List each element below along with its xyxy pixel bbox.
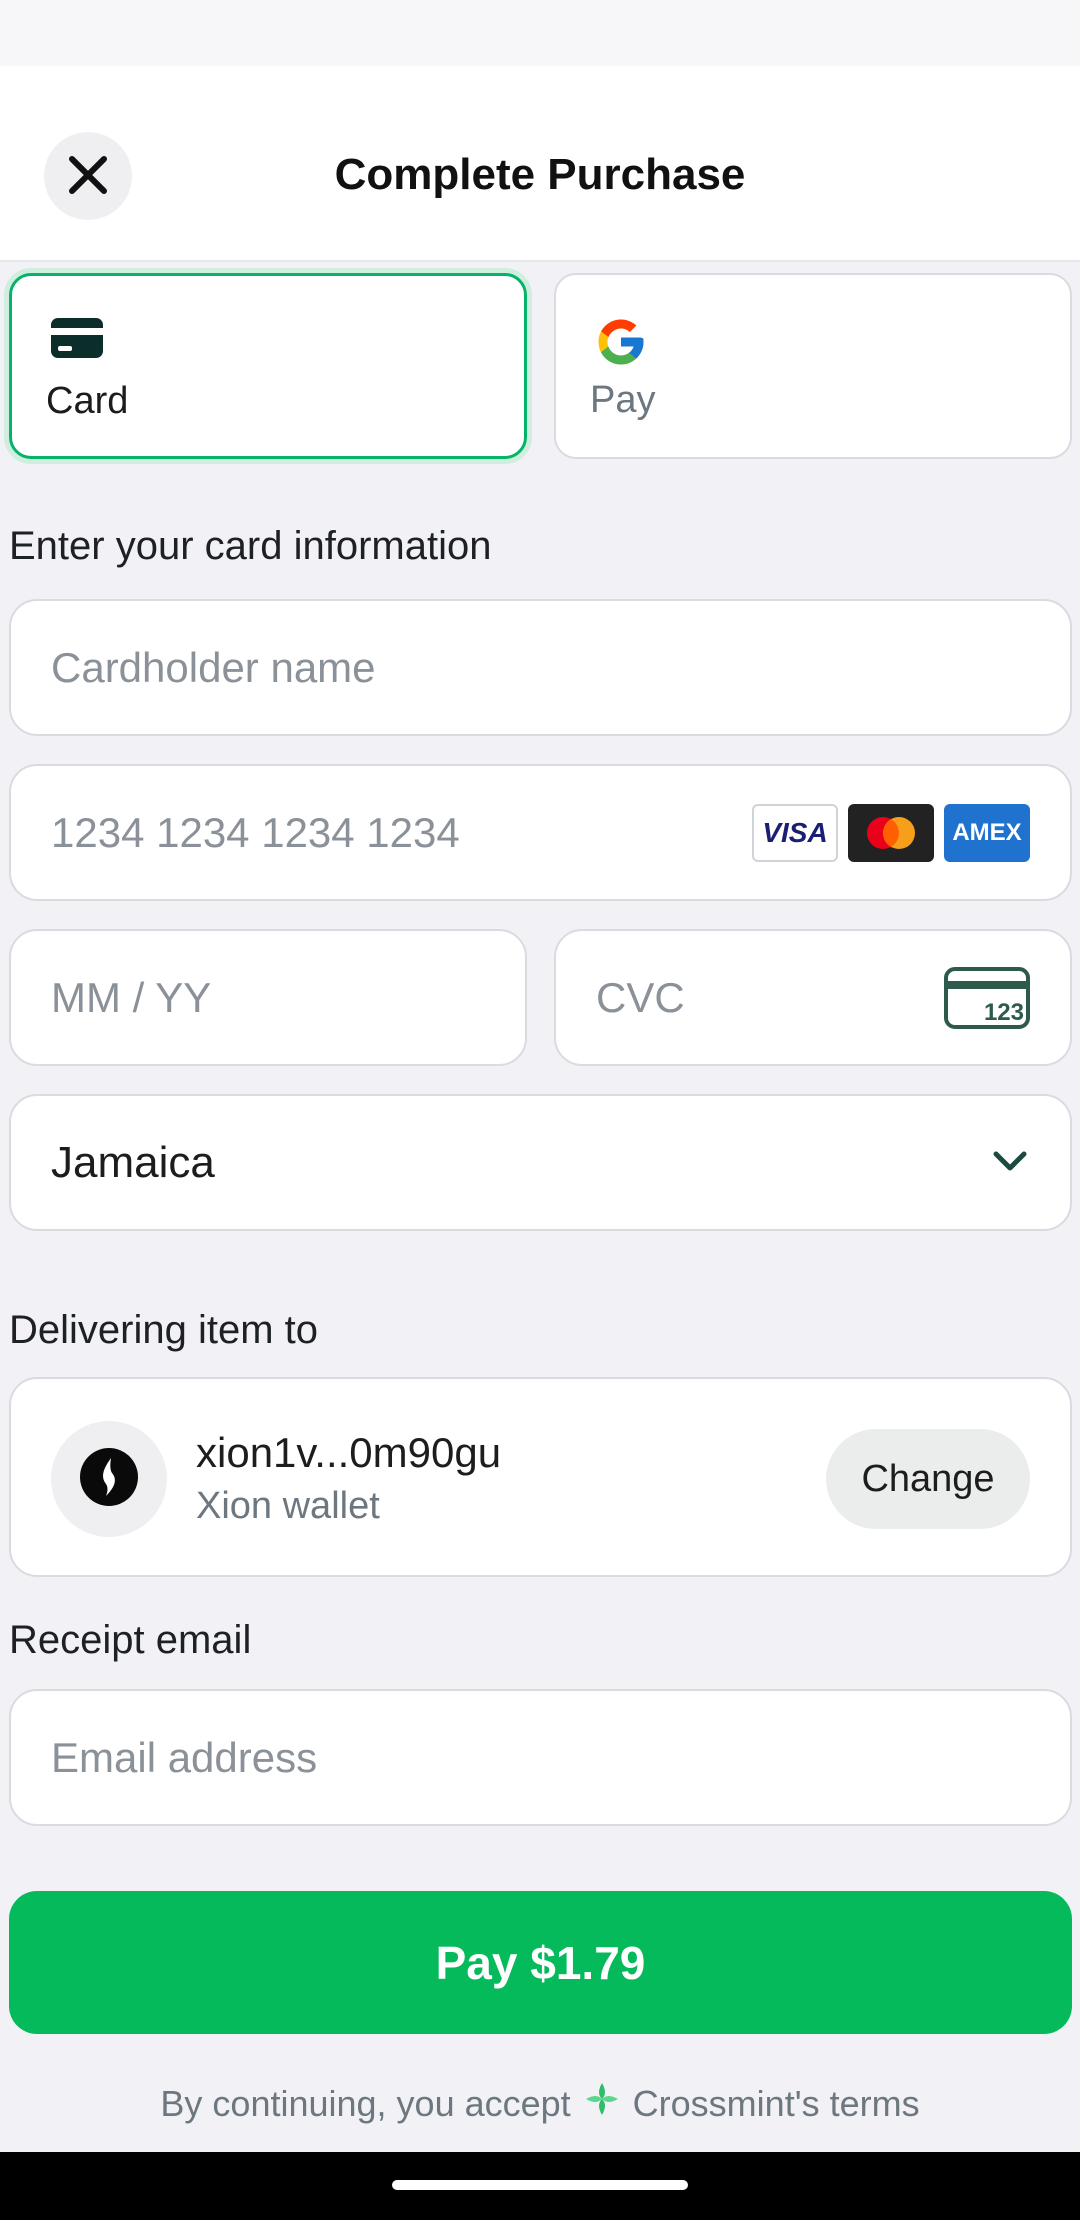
change-wallet-button[interactable]: Change (826, 1429, 1030, 1529)
country-select[interactable]: Jamaica (9, 1094, 1072, 1231)
crossmint-terms-link[interactable]: Crossmint's terms (633, 2083, 920, 2125)
header: Complete Purchase (0, 66, 1080, 262)
amex-icon: AMEX (944, 804, 1030, 862)
expiry-input[interactable] (51, 931, 386, 1064)
credit-card-icon (50, 316, 104, 365)
receipt-email-heading: Receipt email (9, 1618, 252, 1662)
payment-method-google-pay-label: Pay (590, 379, 656, 421)
terms-notice: By continuing, you accept Crossmint's te… (0, 2080, 1080, 2127)
cvc-field[interactable]: 123 (554, 929, 1072, 1066)
cardholder-name-field[interactable] (9, 599, 1072, 736)
payment-method-google-pay[interactable]: Pay (554, 273, 1072, 459)
terms-prefix: By continuing, you accept (160, 2082, 571, 2124)
delivery-wallet-card: xion1v...0m90gu Xion wallet Change (9, 1377, 1072, 1577)
card-info-heading: Enter your card information (9, 524, 492, 568)
wallet-type: Xion wallet (196, 1485, 380, 1527)
card-number-input[interactable] (51, 766, 740, 899)
cvc-card-icon: 123 (944, 967, 1030, 1034)
pay-button[interactable]: Pay $1.79 (9, 1891, 1072, 2034)
home-indicator[interactable] (392, 2180, 688, 2190)
card-number-field[interactable]: VISA AMEX (9, 764, 1072, 901)
mastercard-icon (848, 804, 934, 862)
delivery-heading: Delivering item to (9, 1308, 319, 1352)
page-title: Complete Purchase (334, 150, 746, 199)
chevron-down-icon (992, 1148, 1028, 1179)
crossmint-logo-icon (583, 2080, 621, 2127)
email-field[interactable] (9, 1689, 1072, 1826)
wallet-address: xion1v...0m90gu (196, 1429, 502, 1476)
xion-logo-icon (78, 1446, 140, 1513)
payment-method-card[interactable]: Card (9, 273, 527, 459)
expiry-field[interactable] (9, 929, 527, 1066)
cardholder-name-input[interactable] (51, 601, 740, 734)
country-value: Jamaica (51, 1137, 215, 1187)
system-nav-bar (0, 2152, 1080, 2220)
email-input[interactable] (51, 1691, 740, 1824)
cvc-icon-text: 123 (984, 999, 1024, 1026)
visa-icon: VISA (752, 804, 838, 862)
cvc-input[interactable] (596, 931, 879, 1064)
wallet-avatar (51, 1421, 167, 1537)
card-brand-logos: VISA AMEX (752, 804, 1030, 862)
payment-method-card-label: Card (46, 380, 129, 422)
google-g-icon (594, 315, 648, 374)
status-bar (0, 0, 1080, 66)
